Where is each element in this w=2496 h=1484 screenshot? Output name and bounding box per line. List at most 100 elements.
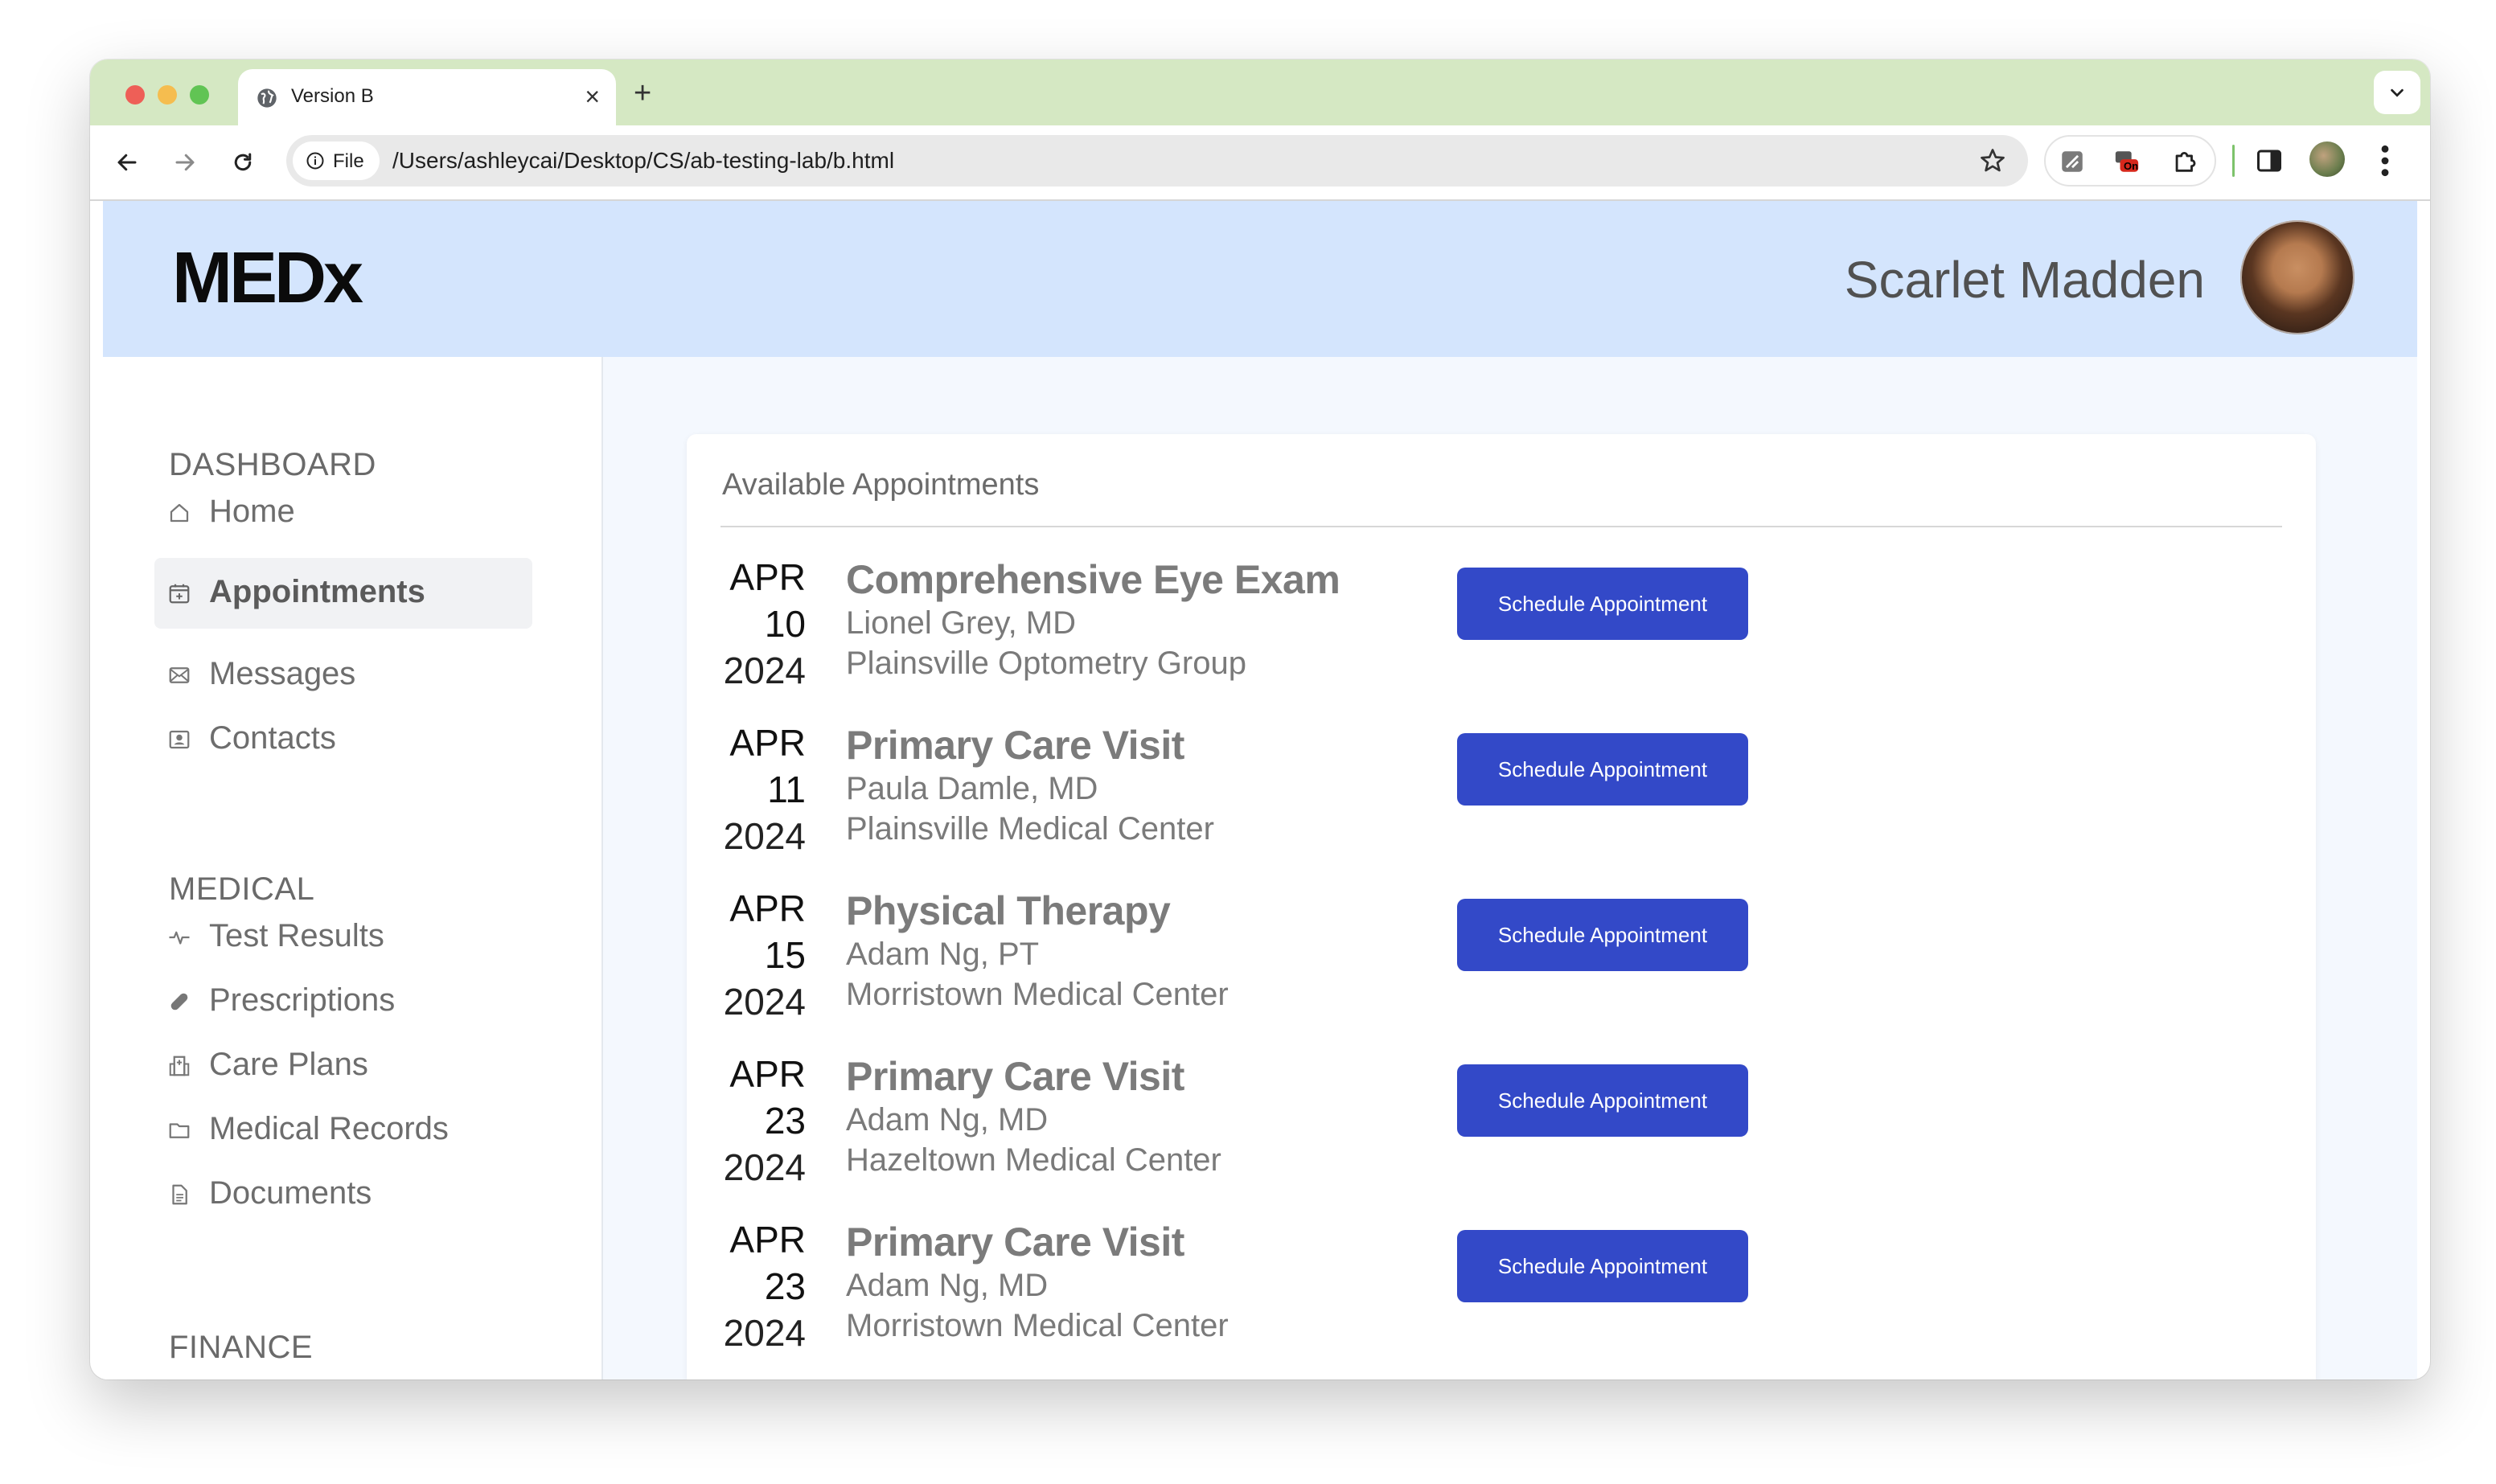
sidebar-item-label: Medical Records xyxy=(209,1111,449,1146)
appointment-month: APR xyxy=(729,888,806,929)
star-icon[interactable] xyxy=(1978,146,2007,175)
appointment-month: APR xyxy=(729,556,806,598)
sidebar-item-messages[interactable]: Messages xyxy=(154,640,532,711)
side-panel-icon[interactable] xyxy=(2255,146,2284,175)
browser-toolbar: File /Users/ashleycai/Desktop/CS/ab-test… xyxy=(90,125,2430,201)
contact-card-icon xyxy=(169,730,190,749)
puzzle-icon[interactable] xyxy=(2171,148,2198,175)
user-avatar[interactable] xyxy=(2240,220,2354,334)
app-logo[interactable]: MEDx xyxy=(172,240,363,317)
maximize-window-button[interactable] xyxy=(190,85,209,105)
appointment-day: 10 xyxy=(764,603,806,645)
tab-search-button[interactable] xyxy=(2374,71,2420,114)
chip-label: File xyxy=(333,150,364,172)
appointment-year: 2024 xyxy=(723,1312,806,1354)
home-icon xyxy=(170,503,189,523)
more-menu-icon[interactable] xyxy=(2377,143,2393,178)
appointment-title: Primary Care Visit xyxy=(846,1220,1184,1265)
sidebar-item-label: Appointments xyxy=(209,574,425,609)
appointment-location: Morristown Medical Center xyxy=(846,1308,1229,1343)
tab-title: Version B xyxy=(291,85,374,107)
sidebar-item-label: Contacts xyxy=(209,720,336,756)
appointment-row: APR 23 2024 Primary Care Visit Adam Ng, … xyxy=(687,1217,2316,1379)
toolbar-separator xyxy=(2232,145,2235,177)
appointment-day: 11 xyxy=(767,769,806,810)
appointment-row: APR 10 2024 Comprehensive Eye Exam Lione… xyxy=(687,555,2316,720)
schedule-appointment-button[interactable]: Schedule Appointment xyxy=(1457,568,1748,640)
appointment-title: Primary Care Visit xyxy=(846,1054,1184,1099)
appointment-day: 23 xyxy=(764,1100,806,1142)
globe-icon xyxy=(257,88,277,108)
sidebar-item-label: Prescriptions xyxy=(209,982,396,1018)
appointment-title: Comprehensive Eye Exam xyxy=(846,557,1340,602)
document-icon xyxy=(172,1184,187,1205)
url-text[interactable]: /Users/ashleycai/Desktop/CS/ab-testing-l… xyxy=(392,148,894,174)
extensions-group: On xyxy=(2044,135,2216,187)
appointment-doctor: Adam Ng, MD xyxy=(846,1102,1049,1138)
sidebar-item-documents[interactable]: Documents xyxy=(154,1159,532,1230)
calendar-icon xyxy=(169,584,190,604)
sidebar-item-label: Documents xyxy=(209,1175,372,1211)
appointment-title: Primary Care Visit xyxy=(846,723,1184,768)
close-tab-button[interactable]: × xyxy=(585,80,600,113)
profile-avatar-icon[interactable] xyxy=(2309,141,2345,177)
sidebar-item-label: Home xyxy=(209,494,295,529)
appointment-doctor: Paula Damle, MD xyxy=(846,771,1098,806)
web-page: MEDx Scarlet Madden DASHBOARD Home Appoi… xyxy=(103,201,2417,1379)
section-title-finance: FINANCE xyxy=(169,1330,314,1365)
appointment-title: Physical Therapy xyxy=(846,888,1171,933)
chevron-down-icon xyxy=(2391,88,2404,97)
sidebar-item-label: Test Results xyxy=(209,918,384,953)
schedule-appointment-button[interactable]: Schedule Appointment xyxy=(1457,1230,1748,1302)
extension-badge: On xyxy=(2124,160,2139,172)
card-title: Available Appointments xyxy=(722,468,1040,502)
browser-window: Version B × + File /Users/ashleycai/Desk… xyxy=(90,59,2430,1379)
schedule-appointment-button[interactable]: Schedule Appointment xyxy=(1457,1064,1748,1137)
app-header: MEDx Scarlet Madden xyxy=(103,201,2417,357)
mail-icon xyxy=(169,667,190,683)
site-info-chip[interactable]: File xyxy=(293,141,380,180)
reload-button[interactable] xyxy=(227,146,259,178)
extension-icon[interactable] xyxy=(2059,148,2086,175)
forward-arrow-icon xyxy=(175,154,195,171)
back-arrow-icon xyxy=(117,154,137,171)
sidebar-item-test-results[interactable]: Test Results xyxy=(154,902,532,973)
appointment-doctor: Lionel Grey, MD xyxy=(846,605,1077,641)
appointment-location: Morristown Medical Center xyxy=(846,977,1229,1012)
sidebar-item-appointments[interactable]: Appointments xyxy=(154,558,532,629)
minimize-window-button[interactable] xyxy=(158,85,177,105)
appointment-day: 23 xyxy=(764,1265,806,1307)
forward-button[interactable] xyxy=(169,146,201,178)
sidebar-item-contacts[interactable]: Contacts xyxy=(154,704,532,775)
schedule-appointment-button[interactable]: Schedule Appointment xyxy=(1457,899,1748,971)
sidebar-item-care-plans[interactable]: Care Plans xyxy=(154,1031,532,1101)
folder-icon xyxy=(169,1123,190,1138)
schedule-appointment-button[interactable]: Schedule Appointment xyxy=(1457,733,1748,806)
appointment-doctor: Adam Ng, MD xyxy=(846,1268,1049,1303)
browser-tab[interactable]: Version B × xyxy=(238,69,616,125)
new-tab-button[interactable]: + xyxy=(634,77,651,109)
tab-strip: Version B × + xyxy=(90,59,2430,125)
appointment-month: APR xyxy=(729,1053,806,1095)
sidebar-item-home[interactable]: Home xyxy=(154,478,532,548)
sidebar-item-medical-records[interactable]: Medical Records xyxy=(154,1095,532,1166)
appointment-row: APR 11 2024 Primary Care Visit Paula Dam… xyxy=(687,720,2316,886)
appointment-day: 15 xyxy=(764,934,806,976)
appointment-doctor: Adam Ng, PT xyxy=(846,937,1040,972)
appointment-year: 2024 xyxy=(723,981,806,1023)
address-bar[interactable]: File /Users/ashleycai/Desktop/CS/ab-test… xyxy=(286,135,2028,187)
appointment-year: 2024 xyxy=(723,815,806,857)
close-window-button[interactable] xyxy=(125,85,145,105)
back-button[interactable] xyxy=(111,146,143,178)
appointment-year: 2024 xyxy=(723,1146,806,1188)
info-icon xyxy=(306,152,324,170)
sidebar-item-prescriptions[interactable]: Prescriptions xyxy=(154,966,532,1037)
reload-icon xyxy=(234,153,252,171)
recorder-extension[interactable]: On xyxy=(2113,148,2141,175)
hospital-icon xyxy=(169,1056,190,1076)
user-name: Scarlet Madden xyxy=(1844,251,2205,309)
appointment-location: Plainsville Medical Center xyxy=(846,811,1214,847)
sidebar-item-label: Messages xyxy=(209,656,356,691)
appointment-row: APR 23 2024 Primary Care Visit Adam Ng, … xyxy=(687,1052,2316,1217)
appointment-row: APR 15 2024 Physical Therapy Adam Ng, PT… xyxy=(687,886,2316,1052)
